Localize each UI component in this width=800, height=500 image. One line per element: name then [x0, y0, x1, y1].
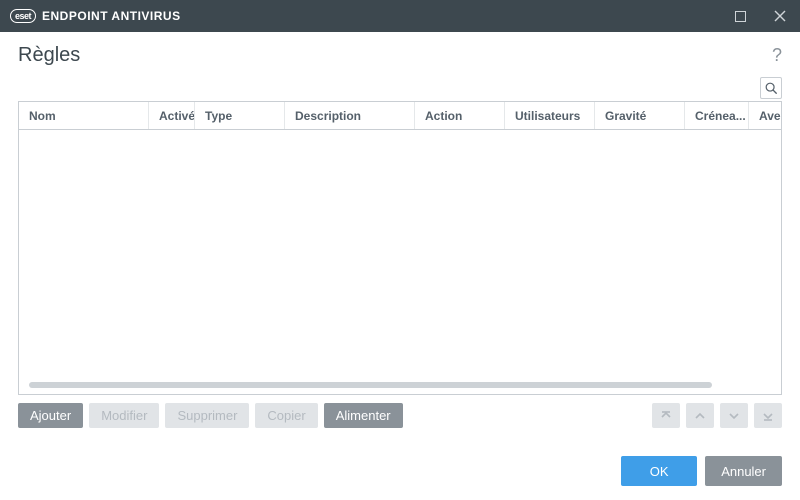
scrollbar-thumb[interactable]: [29, 382, 712, 388]
search-icon: [764, 81, 778, 95]
column-header[interactable]: Gravité: [595, 102, 685, 129]
rules-table: NomActivéTypeDescriptionActionUtilisateu…: [18, 101, 782, 395]
delete-button: Supprimer: [165, 403, 249, 428]
table-header: NomActivéTypeDescriptionActionUtilisateu…: [19, 102, 781, 130]
app-brand: eset ENDPOINT ANTIVIRUS: [10, 9, 181, 23]
cancel-button[interactable]: Annuler: [705, 456, 782, 486]
app-name: ENDPOINT ANTIVIRUS: [42, 9, 181, 23]
move-up-button: [686, 403, 714, 428]
column-header[interactable]: Nom: [19, 102, 149, 129]
window-maximize-button[interactable]: [720, 0, 760, 32]
edit-button: Modifier: [89, 403, 159, 428]
column-header[interactable]: Type: [195, 102, 285, 129]
column-header[interactable]: Avertir l'utilisateur: [749, 102, 782, 129]
column-header[interactable]: Utilisateurs: [505, 102, 595, 129]
brand-logo: eset: [10, 9, 36, 23]
add-button[interactable]: Ajouter: [18, 403, 83, 428]
horizontal-scrollbar[interactable]: [29, 382, 771, 390]
feed-button[interactable]: Alimenter: [324, 403, 403, 428]
table-body: [19, 130, 781, 374]
chevron-top-icon: [659, 409, 673, 423]
help-icon: ?: [772, 45, 782, 65]
maximize-icon: [735, 11, 746, 22]
column-header[interactable]: Activé: [149, 102, 195, 129]
dialog-footer: OK Annuler: [18, 438, 782, 486]
help-button[interactable]: ?: [772, 45, 782, 66]
chevron-bottom-icon: [761, 409, 775, 423]
chevron-up-icon: [693, 409, 707, 423]
move-down-button: [720, 403, 748, 428]
copy-button: Copier: [255, 403, 317, 428]
titlebar: eset ENDPOINT ANTIVIRUS: [0, 0, 800, 32]
ok-button[interactable]: OK: [621, 456, 697, 486]
page-title: Règles: [18, 44, 80, 67]
move-top-button: [652, 403, 680, 428]
action-toolbar: Ajouter Modifier Supprimer Copier Alimen…: [18, 403, 782, 428]
column-header[interactable]: Action: [415, 102, 505, 129]
chevron-down-icon: [727, 409, 741, 423]
window-close-button[interactable]: [760, 0, 800, 32]
close-icon: [774, 10, 786, 22]
column-header[interactable]: Crénea...: [685, 102, 749, 129]
search-button[interactable]: [760, 77, 782, 99]
column-header[interactable]: Description: [285, 102, 415, 129]
move-bottom-button: [754, 403, 782, 428]
